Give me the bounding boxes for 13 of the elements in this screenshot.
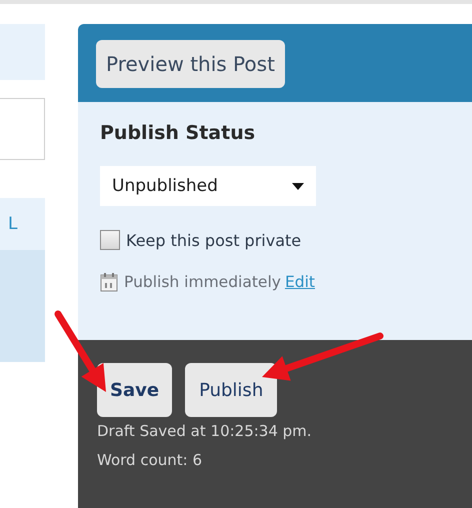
caret-icon	[292, 182, 304, 190]
input-field[interactable]	[0, 98, 45, 160]
preview-button[interactable]: Preview this Post	[96, 40, 285, 88]
checkbox[interactable]	[100, 230, 120, 250]
status-select[interactable]: Unpublished	[100, 166, 316, 206]
schedule-text: Publish immediately	[124, 273, 281, 291]
calendar-icon	[100, 272, 118, 292]
checkbox-label: Keep this post private	[126, 230, 302, 250]
status-text: Word count: 6	[97, 450, 204, 471]
save-button[interactable]: Save	[97, 363, 172, 417]
status-text: Draft Saved at 10:25:34 pm.	[97, 421, 313, 442]
section-title: Publish Status	[100, 122, 256, 144]
publish-button[interactable]: Publish	[185, 363, 278, 417]
